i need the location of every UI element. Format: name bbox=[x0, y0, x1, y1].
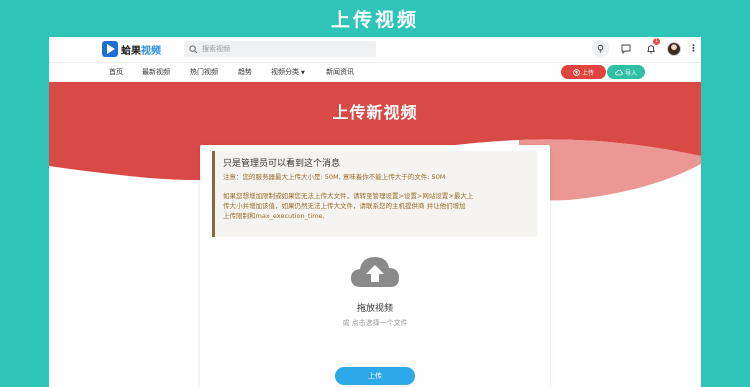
notice-title: 只是管理员可以看到这个消息 bbox=[223, 159, 341, 169]
page-title: 上传新视频 bbox=[332, 103, 418, 122]
nav-news[interactable]: 新闻资讯 bbox=[326, 67, 354, 77]
header-actions: 1 ⋮ bbox=[592, 38, 698, 57]
logo-text: 蛤果视频 bbox=[121, 45, 161, 57]
logo[interactable]: 蛤果视频 bbox=[102, 41, 161, 57]
nav-latest[interactable]: 最新视频 bbox=[142, 67, 170, 77]
notice-body: 如果您想增加限制或如果您无法上传大文件，请转至管理设置>设置>网站设置>最大上 … bbox=[223, 192, 474, 220]
dropzone-title: 拖放视频 bbox=[356, 304, 393, 314]
top-header: 蛤果视频 搜索视频 1 ⋮ bbox=[49, 37, 701, 62]
notice-limit: 注意：您的服务器最大上传大小是: 50M, 意味着你不能上传大于的文件: 50M bbox=[223, 173, 446, 181]
upload-icon bbox=[573, 68, 580, 76]
admin-notice: 只是管理员可以看到这个消息 注意：您的服务器最大上传大小是: 50M, 意味着你… bbox=[212, 151, 537, 237]
bulb-icon[interactable] bbox=[592, 40, 609, 57]
avatar[interactable] bbox=[667, 41, 681, 56]
upload-button-label: 上传 bbox=[581, 69, 594, 77]
nav-popular[interactable]: 热门视频 bbox=[190, 67, 218, 77]
import-button[interactable]: 导入 bbox=[607, 65, 645, 79]
banner-title: 上传视频 bbox=[330, 8, 419, 31]
search-bar[interactable] bbox=[184, 41, 376, 57]
cloud-upload-icon bbox=[351, 257, 399, 287]
chevron-down-icon: ▼ bbox=[301, 70, 305, 76]
import-button-label: 导入 bbox=[624, 69, 637, 77]
app-window: 蛤果视频 搜索视频 1 ⋮ 首页 最新视频 热门视频 趋势 视频分类 ▼ 新闻资… bbox=[49, 37, 701, 387]
upload-button[interactable]: 上传 bbox=[561, 65, 606, 79]
bell-icon[interactable]: 1 bbox=[642, 38, 660, 57]
search-input[interactable] bbox=[202, 45, 372, 53]
chat-icon[interactable] bbox=[617, 40, 634, 57]
logo-icon bbox=[102, 41, 118, 57]
search-icon bbox=[189, 44, 198, 53]
more-icon[interactable]: ⋮ bbox=[689, 44, 698, 54]
cloud-icon bbox=[615, 69, 623, 75]
dropzone[interactable]: 拖放视频 或 点击选择一个文件 bbox=[200, 253, 550, 328]
dropzone-upload-button[interactable]: 上传 bbox=[335, 367, 415, 385]
nav-categories[interactable]: 视频分类 ▼ bbox=[271, 67, 305, 77]
nav-trending[interactable]: 趋势 bbox=[238, 67, 252, 77]
notification-badge: 1 bbox=[653, 38, 660, 45]
upload-card: 只是管理员可以看到这个消息 注意：您的服务器最大上传大小是: 50M, 意味着你… bbox=[200, 145, 550, 387]
nav-home[interactable]: 首页 bbox=[109, 67, 123, 77]
dropzone-subtitle[interactable]: 或 点击选择一个文件 bbox=[200, 318, 550, 328]
